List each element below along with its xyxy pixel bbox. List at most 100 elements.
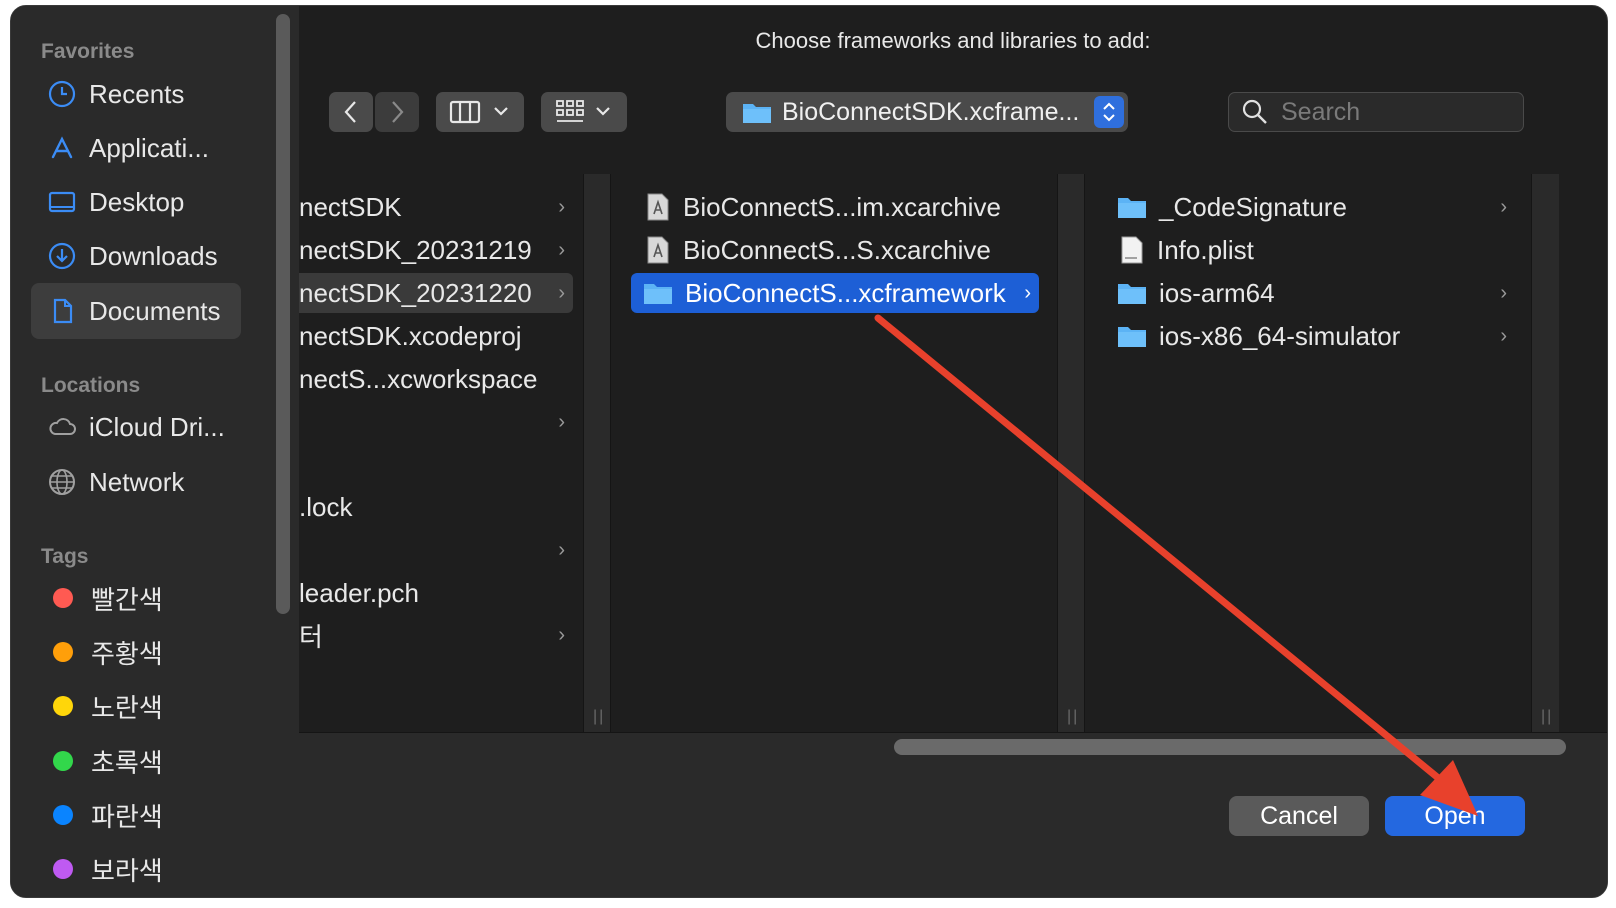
list-item[interactable]: nectSDK › bbox=[299, 187, 573, 227]
tag-color-dot bbox=[53, 805, 73, 825]
folder-icon bbox=[1118, 198, 1146, 218]
item-label: BioConnectS...xcframework bbox=[685, 277, 1006, 308]
view-mode-button[interactable] bbox=[436, 92, 524, 132]
grip-icon: || bbox=[1541, 708, 1554, 725]
sidebar-item-label: Network bbox=[89, 466, 185, 497]
folder-icon bbox=[644, 284, 672, 304]
item-label: Info.plist bbox=[1157, 234, 1254, 265]
document-icon bbox=[53, 298, 73, 324]
sidebar-scrollbar[interactable] bbox=[276, 14, 290, 614]
path-popup[interactable]: BioConnectSDK.xcframe... bbox=[726, 92, 1128, 132]
cancel-button[interactable]: Cancel bbox=[1229, 796, 1369, 836]
item-label: .lock bbox=[299, 491, 353, 522]
item-label: BioConnectS...im.xcarchive bbox=[683, 191, 1001, 222]
list-item[interactable]: _CodeSignature › bbox=[1105, 187, 1515, 227]
tags-header: Tags bbox=[41, 545, 89, 568]
list-item[interactable]: › bbox=[299, 530, 573, 570]
group-button[interactable] bbox=[541, 92, 627, 132]
chevron-right-icon: › bbox=[558, 538, 565, 561]
sidebar-tag-yellow[interactable]: 노란색 bbox=[31, 678, 241, 734]
item-label: leader.pch bbox=[299, 577, 419, 608]
item-label: nectSDK bbox=[299, 191, 402, 222]
item-label: BioConnectS...S.xcarchive bbox=[683, 234, 991, 265]
tag-color-dot bbox=[53, 696, 73, 716]
folder-icon bbox=[1118, 284, 1146, 304]
sidebar-tag-blue[interactable]: 파란색 bbox=[31, 787, 241, 843]
chevron-right-icon: › bbox=[1500, 195, 1507, 218]
sidebar-item-desktop[interactable]: Desktop bbox=[31, 174, 241, 230]
list-item[interactable]: .lock bbox=[299, 487, 573, 527]
item-label: nectS...xcworkspace bbox=[299, 363, 538, 394]
item-label: nectSDK_20231220 bbox=[299, 277, 532, 308]
sidebar-item-label: Applicati... bbox=[89, 132, 209, 163]
sidebar-item-network[interactable]: Network bbox=[31, 454, 241, 510]
open-button[interactable]: Open bbox=[1385, 796, 1525, 836]
list-item[interactable]: › bbox=[299, 402, 573, 442]
path-stepper[interactable] bbox=[1094, 96, 1124, 128]
chevron-down-icon bbox=[494, 107, 508, 116]
up-down-chevron-icon bbox=[1103, 102, 1115, 122]
sidebar-tag-red[interactable]: 빨간색 bbox=[31, 570, 241, 626]
sidebar-item-label: Downloads bbox=[89, 240, 218, 271]
sidebar-item-label: 파란색 bbox=[91, 801, 163, 832]
item-label: nectSDK.xcodeproj bbox=[299, 320, 522, 351]
tag-color-dot bbox=[53, 588, 73, 608]
grid-icon bbox=[556, 100, 584, 122]
clock-icon bbox=[48, 80, 76, 108]
chevron-down-icon bbox=[596, 107, 610, 116]
sidebar-item-label: 빨간색 bbox=[91, 584, 163, 615]
list-item-selected[interactable]: BioConnectS...xcframework › bbox=[631, 273, 1039, 313]
sidebar-item-label: 초록색 bbox=[91, 747, 163, 778]
list-item[interactable]: nectSDK_20231219 › bbox=[299, 230, 573, 270]
chevron-right-icon: › bbox=[558, 195, 565, 218]
chevron-right-icon bbox=[392, 101, 404, 123]
sidebar-item-recents[interactable]: Recents bbox=[31, 66, 241, 122]
sidebar-item-label: 노란색 bbox=[91, 692, 163, 723]
sidebar: Favorites Recents Applicati... Desktop D… bbox=[11, 6, 299, 897]
list-item[interactable]: Info.plist bbox=[1105, 230, 1515, 270]
grip-icon: || bbox=[593, 708, 606, 725]
sidebar-tag-purple[interactable]: 보라색 bbox=[31, 841, 241, 897]
list-item[interactable]: leader.pch bbox=[299, 573, 573, 613]
column-resize-handle[interactable]: || bbox=[1057, 174, 1085, 732]
list-item[interactable]: ios-x86_64-simulator › bbox=[1105, 316, 1515, 356]
search-icon bbox=[1242, 99, 1267, 124]
list-item[interactable]: nectSDK_20231220 › bbox=[299, 273, 573, 313]
sidebar-item-downloads[interactable]: Downloads bbox=[31, 228, 241, 284]
sidebar-item-label: 보라색 bbox=[91, 855, 163, 886]
sidebar-tag-orange[interactable]: 주황색 bbox=[31, 624, 241, 680]
columns-view-icon bbox=[449, 100, 481, 124]
chevron-right-icon: › bbox=[558, 238, 565, 261]
sidebar-item-label: iCloud Dri... bbox=[89, 411, 225, 442]
list-item[interactable]: BioConnectS...S.xcarchive bbox=[631, 230, 1039, 270]
forward-button[interactable] bbox=[375, 92, 419, 132]
column-resize-handle[interactable]: || bbox=[1531, 174, 1559, 732]
desktop-icon bbox=[48, 191, 76, 213]
search-field[interactable] bbox=[1228, 92, 1524, 132]
archive-icon bbox=[647, 193, 669, 221]
column-1: nectSDK › nectSDK_20231219 › nectSDK_20231… bbox=[299, 174, 583, 732]
chevron-right-icon: › bbox=[1024, 281, 1031, 304]
item-label: 터 bbox=[299, 621, 323, 652]
sidebar-tag-green[interactable]: 초록색 bbox=[31, 733, 241, 789]
archive-icon bbox=[647, 236, 669, 264]
back-button[interactable] bbox=[329, 92, 373, 132]
list-item[interactable]: 터 › bbox=[299, 615, 573, 655]
item-label: nectSDK_20231219 bbox=[299, 234, 532, 265]
column-resize-handle[interactable]: || bbox=[583, 174, 611, 732]
list-item[interactable]: BioConnectS...im.xcarchive bbox=[631, 187, 1039, 227]
favorites-header: Favorites bbox=[41, 40, 135, 63]
sidebar-item-applications[interactable]: Applicati... bbox=[31, 120, 241, 176]
list-item[interactable]: nectS...xcworkspace bbox=[299, 359, 573, 399]
list-item[interactable]: ios-arm64 › bbox=[1105, 273, 1515, 313]
chevron-right-icon: › bbox=[558, 410, 565, 433]
horizontal-scrollbar[interactable] bbox=[299, 732, 1607, 760]
dialog-title: Choose frameworks and libraries to add: bbox=[755, 28, 1151, 53]
file-open-dialog: Favorites Recents Applicati... Desktop D… bbox=[10, 5, 1608, 898]
sidebar-item-documents[interactable]: Documents bbox=[31, 283, 241, 339]
list-item[interactable]: nectSDK.xcodeproj bbox=[299, 316, 573, 356]
scroll-thumb[interactable] bbox=[894, 739, 1566, 755]
search-input[interactable] bbox=[1281, 97, 1511, 127]
sidebar-item-icloud[interactable]: iCloud Dri... bbox=[31, 399, 241, 455]
sidebar-item-label: Desktop bbox=[89, 186, 185, 217]
